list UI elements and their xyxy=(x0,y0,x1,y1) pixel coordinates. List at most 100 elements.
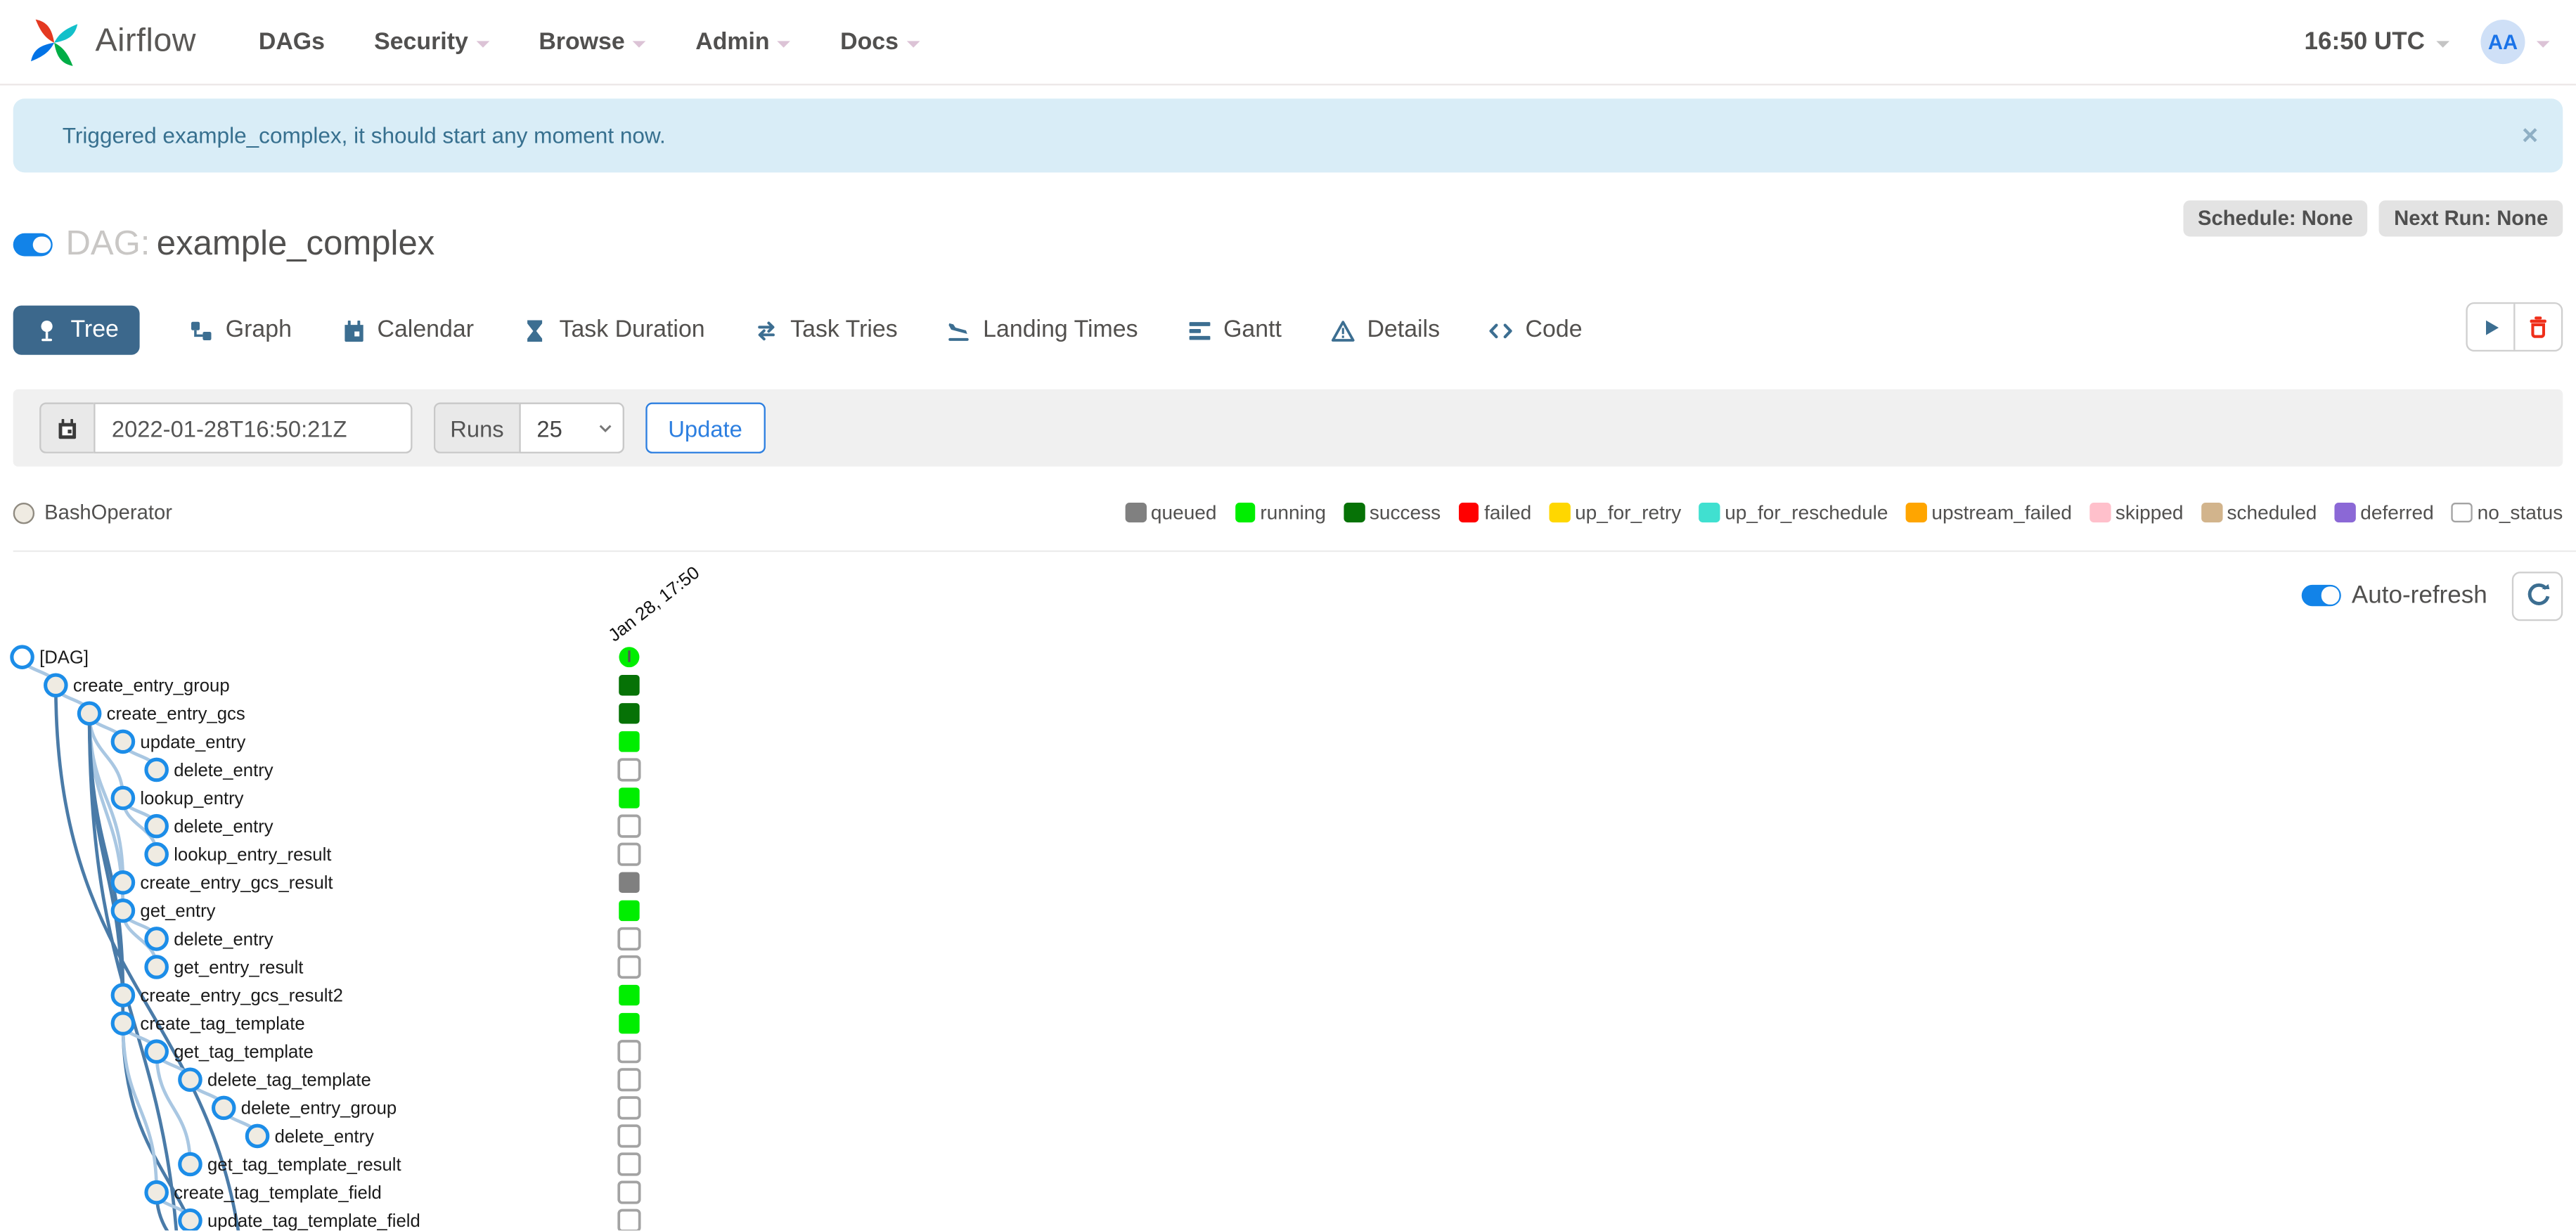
tree-node[interactable] xyxy=(144,927,169,951)
task-status-square[interactable] xyxy=(617,1124,641,1148)
dag-action-buttons xyxy=(2466,302,2563,352)
tree-node-label[interactable]: create_entry_gcs_result xyxy=(140,873,333,893)
tree-node-label[interactable]: delete_entry_group xyxy=(241,1099,397,1119)
tree-node[interactable] xyxy=(144,813,169,839)
tree-node[interactable] xyxy=(144,955,169,979)
task-status-square[interactable] xyxy=(617,955,641,979)
tree-node[interactable] xyxy=(144,1180,169,1205)
dag-pause-toggle[interactable] xyxy=(13,233,53,256)
airflow-pinwheel-logo-icon xyxy=(26,14,82,70)
tab-graph[interactable]: Graph xyxy=(189,317,292,343)
tree-node-label[interactable]: create_entry_gcs_result2 xyxy=(140,986,342,1005)
tree-node-label[interactable]: update_entry xyxy=(140,733,245,752)
task-status-square[interactable] xyxy=(619,984,640,1006)
close-icon[interactable]: × xyxy=(2522,122,2538,150)
tree-node[interactable] xyxy=(110,898,136,923)
view-tabs: Tree Graph Calendar Task Duration Task T… xyxy=(13,304,1583,356)
task-status-square[interactable] xyxy=(619,787,640,808)
task-status-square[interactable] xyxy=(617,927,641,951)
base-date-input[interactable] xyxy=(94,402,413,453)
tree-node-label[interactable]: update_tag_template_field xyxy=(207,1211,420,1230)
tree-node[interactable] xyxy=(144,757,169,782)
tree-node-label[interactable]: create_entry_gcs xyxy=(107,704,245,724)
task-status-square[interactable] xyxy=(617,1040,641,1064)
tab-task-tries[interactable]: Task Tries xyxy=(754,317,898,343)
update-button[interactable]: Update xyxy=(645,402,766,453)
legend-status-item: failed xyxy=(1458,501,1531,524)
task-status-square[interactable] xyxy=(619,703,640,724)
airflow-brand[interactable]: Airflow xyxy=(26,14,196,70)
num-runs-select[interactable]: 25 xyxy=(518,402,624,453)
tree-node[interactable] xyxy=(77,701,102,726)
tree-node-label[interactable]: delete_entry xyxy=(174,817,273,837)
task-status-square[interactable] xyxy=(619,675,640,696)
tree-node[interactable] xyxy=(110,785,136,811)
task-status-square[interactable] xyxy=(619,872,640,893)
tab-tree[interactable]: Tree xyxy=(13,305,141,355)
tree-node-label[interactable]: delete_tag_template xyxy=(207,1071,371,1090)
task-status-square[interactable] xyxy=(619,1012,640,1034)
tree-node-label[interactable]: lookup_entry xyxy=(140,789,243,808)
auto-refresh-toggle[interactable] xyxy=(2302,584,2342,607)
tree-node[interactable] xyxy=(178,1208,202,1231)
tree-node-label[interactable]: create_entry_group xyxy=(73,676,230,696)
utc-clock[interactable]: 16:50 UTC xyxy=(2305,28,2425,56)
tree-node[interactable] xyxy=(110,870,136,895)
tree-node-label[interactable]: [DAG] xyxy=(39,648,89,668)
tab-landing-times[interactable]: Landing Times xyxy=(947,317,1138,343)
tab-calendar[interactable]: Calendar xyxy=(341,317,474,343)
tree-node[interactable] xyxy=(178,1067,202,1093)
user-avatar[interactable]: AA xyxy=(2480,20,2525,65)
tree-node-label[interactable]: create_tag_template_field xyxy=(174,1183,382,1203)
trigger-dag-button[interactable] xyxy=(2468,304,2513,349)
tree-node-label[interactable]: get_entry xyxy=(140,901,215,921)
tree-node[interactable] xyxy=(211,1095,236,1121)
tab-task-duration[interactable]: Task Duration xyxy=(523,317,705,343)
tree-node[interactable] xyxy=(44,673,68,698)
task-status-square[interactable] xyxy=(619,900,640,922)
task-status-square[interactable] xyxy=(617,1209,641,1231)
nav-item-browse[interactable]: Browse xyxy=(539,29,647,55)
tab-code[interactable]: Code xyxy=(1489,317,1583,343)
nav-item-security[interactable]: Security xyxy=(374,29,490,55)
nav-item-admin[interactable]: Admin xyxy=(695,29,792,55)
status-label: no_status xyxy=(2477,501,2563,524)
task-status-square[interactable] xyxy=(617,1096,641,1120)
task-status-square[interactable] xyxy=(617,814,641,838)
tree-node-label[interactable]: get_tag_template_result xyxy=(207,1155,401,1175)
task-status-square[interactable] xyxy=(617,1152,641,1176)
alert-message: Triggered example_complex, it should sta… xyxy=(62,123,666,148)
tree-node[interactable] xyxy=(178,1152,202,1177)
tree-node[interactable] xyxy=(245,1123,270,1149)
tree-node[interactable] xyxy=(110,983,136,1007)
task-status-square[interactable] xyxy=(617,1068,641,1092)
tree-node[interactable] xyxy=(144,1039,169,1064)
tree-node-label[interactable]: delete_entry xyxy=(275,1127,375,1147)
tree-node-label[interactable]: delete_entry xyxy=(174,929,273,949)
run-column-header[interactable]: Jan 28, 17:50 xyxy=(605,567,703,645)
tree-node[interactable] xyxy=(10,645,34,669)
status-label: success xyxy=(1369,501,1441,524)
task-status-square[interactable] xyxy=(619,731,640,752)
task-status-square[interactable] xyxy=(617,758,641,782)
refresh-button[interactable] xyxy=(2511,571,2563,621)
tree-node-label[interactable]: delete_entry xyxy=(174,761,273,780)
status-swatch-upstream_failed xyxy=(1906,502,1927,523)
tree-node[interactable] xyxy=(144,842,169,867)
delete-dag-button[interactable] xyxy=(2513,304,2561,350)
calendar-icon xyxy=(341,318,366,342)
tree-node[interactable] xyxy=(110,729,136,754)
task-status-square[interactable] xyxy=(617,842,641,866)
tree-node-label[interactable]: lookup_entry_result xyxy=(174,845,331,865)
tree-node-label[interactable]: get_entry_result xyxy=(174,958,303,977)
tab-details[interactable]: Details xyxy=(1331,317,1440,343)
calendar-addon[interactable] xyxy=(39,402,94,453)
brand-name: Airflow xyxy=(95,22,197,60)
task-status-square[interactable] xyxy=(617,1180,641,1204)
tree-node-label[interactable]: get_tag_template xyxy=(174,1043,314,1062)
nav-item-docs[interactable]: Docs xyxy=(840,29,920,55)
tree-node[interactable] xyxy=(110,1011,136,1036)
tab-gantt[interactable]: Gantt xyxy=(1187,317,1282,343)
nav-item-dags[interactable]: DAGs xyxy=(259,29,325,55)
tree-node-label[interactable]: create_tag_template xyxy=(140,1014,304,1034)
